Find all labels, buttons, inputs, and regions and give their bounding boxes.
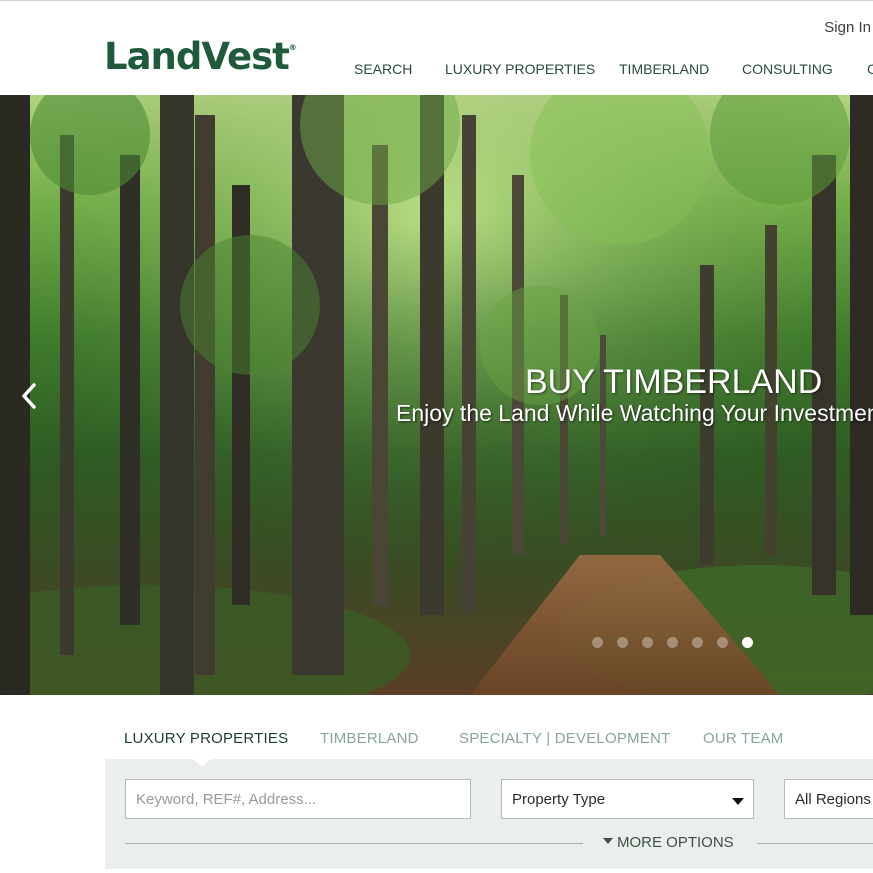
sign-in-link[interactable]: Sign In	[824, 19, 871, 36]
more-options-toggle[interactable]: MORE OPTIONS	[603, 834, 734, 851]
logo-registered-mark: ®	[288, 43, 297, 52]
carousel-dot-5[interactable]	[692, 637, 703, 648]
keyword-search-input[interactable]: Keyword, REF#, Address...	[125, 779, 471, 819]
caret-down-icon	[732, 798, 744, 805]
main-nav: SEARCH LUXURY PROPERTIES TIMBERLAND CONS…	[0, 61, 873, 81]
search-panel: Keyword, REF#, Address... Property Type …	[105, 759, 873, 869]
chevron-left-icon	[22, 383, 36, 409]
nav-consulting[interactable]: CONSULTING	[742, 61, 833, 77]
hero-title: BUY TIMBERLAND	[525, 363, 823, 401]
region-select[interactable]: All Regions	[784, 779, 873, 819]
caret-down-icon	[603, 838, 613, 845]
site-header: LandVest® Sign In SEARCH LUXURY PROPERTI…	[0, 0, 873, 95]
hero-subtitle: Enjoy the Land While Watching Your Inves…	[396, 400, 873, 426]
nav-timberland[interactable]: TIMBERLAND	[619, 61, 709, 77]
nav-luxury-properties[interactable]: LUXURY PROPERTIES	[445, 61, 595, 77]
carousel-dot-7-active[interactable]	[742, 637, 753, 648]
divider-right	[757, 843, 873, 844]
tab-our-team[interactable]: OUR TEAM	[703, 730, 784, 747]
active-tab-indicator	[193, 759, 211, 767]
carousel-dot-1[interactable]	[592, 637, 603, 648]
tab-luxury-properties[interactable]: LUXURY PROPERTIES	[124, 730, 288, 747]
more-options-label: MORE OPTIONS	[617, 834, 734, 851]
divider-left	[125, 843, 583, 844]
hero-carousel: BUY TIMBERLAND Enjoy the Land While Watc…	[0, 95, 873, 695]
property-type-value: Property Type	[512, 791, 606, 808]
region-value: All Regions	[795, 791, 871, 808]
carousel-prev-button[interactable]	[18, 381, 42, 411]
property-type-select[interactable]: Property Type	[501, 779, 754, 819]
carousel-dot-3[interactable]	[642, 637, 653, 648]
carousel-dot-4[interactable]	[667, 637, 678, 648]
nav-search[interactable]: SEARCH	[354, 61, 412, 77]
tab-specialty-development[interactable]: SPECIALTY | DEVELOPMENT	[459, 730, 670, 747]
carousel-dot-2[interactable]	[617, 637, 628, 648]
tab-timberland[interactable]: TIMBERLAND	[320, 730, 419, 747]
nav-item-truncated[interactable]: C	[867, 61, 873, 77]
search-tabs: LUXURY PROPERTIES TIMBERLAND SPECIALTY |…	[0, 730, 873, 754]
carousel-dot-6[interactable]	[717, 637, 728, 648]
